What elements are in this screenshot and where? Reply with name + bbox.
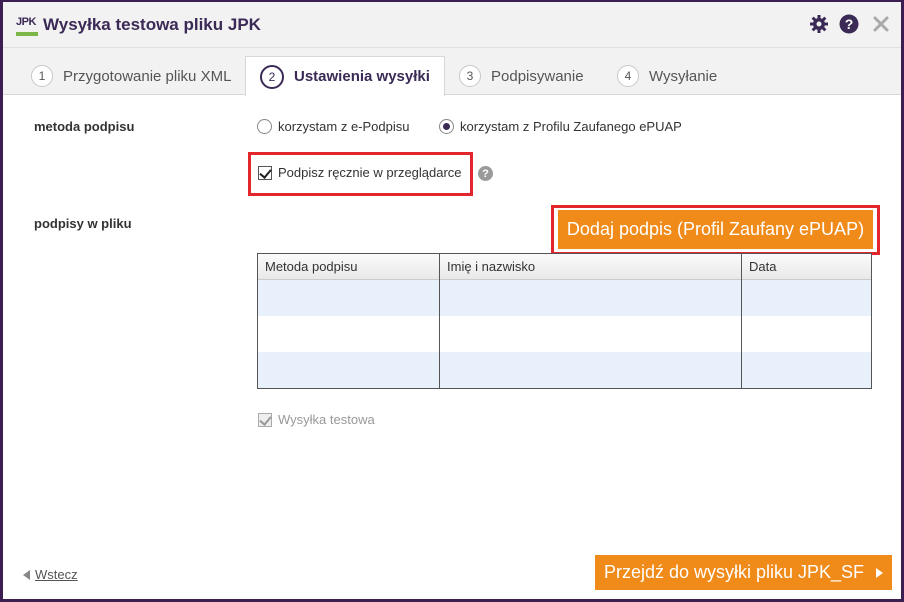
signatures-label: podpisy w pliku: [34, 216, 132, 231]
radio-e-signature[interactable]: korzystam z e-Podpisu: [257, 119, 410, 134]
tab-send-settings[interactable]: 2 Ustawienia wysyłki: [245, 56, 445, 96]
radio-button[interactable]: [439, 119, 454, 134]
help-icon[interactable]: ?: [478, 166, 493, 181]
signatures-table: Metoda podpisu Imię i nazwisko Data: [257, 253, 872, 389]
manual-sign-checkbox[interactable]: [258, 165, 272, 180]
column-header-date: Data: [742, 254, 871, 280]
proceed-button[interactable]: Przejdź do wysyłki pliku JPK_SF: [595, 555, 892, 590]
table-row: [258, 316, 871, 352]
column-divider: [439, 254, 440, 388]
tab-signing[interactable]: 3 Podpisywanie: [459, 56, 584, 96]
tab-number: 1: [31, 65, 53, 87]
test-send-checkbox: [258, 412, 272, 427]
arrow-right-icon: [876, 567, 884, 578]
signing-method-label: metoda podpisu: [34, 119, 135, 134]
table-row: [258, 280, 871, 316]
tab-label: Wysyłanie: [649, 67, 718, 85]
manual-sign-label: Podpisz ręcznie w przeglądarce: [278, 165, 462, 180]
help-icon[interactable]: ?: [839, 14, 859, 34]
gear-icon[interactable]: [809, 14, 829, 34]
dialog-window: JPK Wysyłka testowa pliku JPK ? 1 Przygo…: [0, 0, 904, 602]
logo-bar: [16, 32, 38, 36]
radio-label: korzystam z Profilu Zaufanego ePUAP: [460, 119, 682, 134]
jpk-logo: JPK: [16, 16, 38, 36]
logo-text: JPK: [16, 16, 36, 28]
tab-sending[interactable]: 4 Wysyłanie: [617, 56, 717, 96]
radio-trusted-profile[interactable]: korzystam z Profilu Zaufanego ePUAP: [439, 119, 682, 134]
wizard-tabs: 1 Przygotowanie pliku XML 2 Ustawienia w…: [3, 48, 901, 96]
tab-label: Podpisywanie: [491, 67, 584, 85]
title-bar: JPK Wysyłka testowa pliku JPK ?: [3, 2, 901, 48]
close-icon[interactable]: [871, 14, 891, 34]
tab-number: 4: [617, 65, 639, 87]
tab-label: Ustawienia wysyłki: [294, 68, 430, 85]
radio-button[interactable]: [257, 119, 272, 134]
column-header-method: Metoda podpisu: [258, 254, 439, 280]
test-send-label: Wysyłka testowa: [278, 412, 375, 427]
table-row: [258, 352, 871, 388]
tab-number: 2: [260, 64, 284, 89]
back-link[interactable]: Wstecz: [23, 567, 78, 582]
tab-label: Przygotowanie pliku XML: [63, 67, 232, 85]
svg-text:?: ?: [845, 16, 854, 32]
column-header-name: Imię i nazwisko: [440, 254, 741, 280]
manual-sign-checkbox-row[interactable]: Podpisz ręcznie w przeglądarce: [258, 165, 462, 180]
tab-prepare-xml[interactable]: 1 Przygotowanie pliku XML: [31, 56, 231, 96]
radio-label: korzystam z e-Podpisu: [278, 119, 410, 134]
add-signature-button[interactable]: Dodaj podpis (Profil Zaufany ePUAP): [558, 210, 873, 249]
back-label: Wstecz: [35, 567, 78, 582]
test-send-checkbox-row: Wysyłka testowa: [258, 412, 375, 427]
proceed-label: Przejdź do wysyłki pliku JPK_SF: [603, 562, 865, 582]
dialog-title: Wysyłka testowa pliku JPK: [43, 15, 261, 34]
tab-number: 3: [459, 65, 481, 87]
column-divider: [741, 254, 742, 388]
arrow-left-icon: [23, 569, 30, 580]
